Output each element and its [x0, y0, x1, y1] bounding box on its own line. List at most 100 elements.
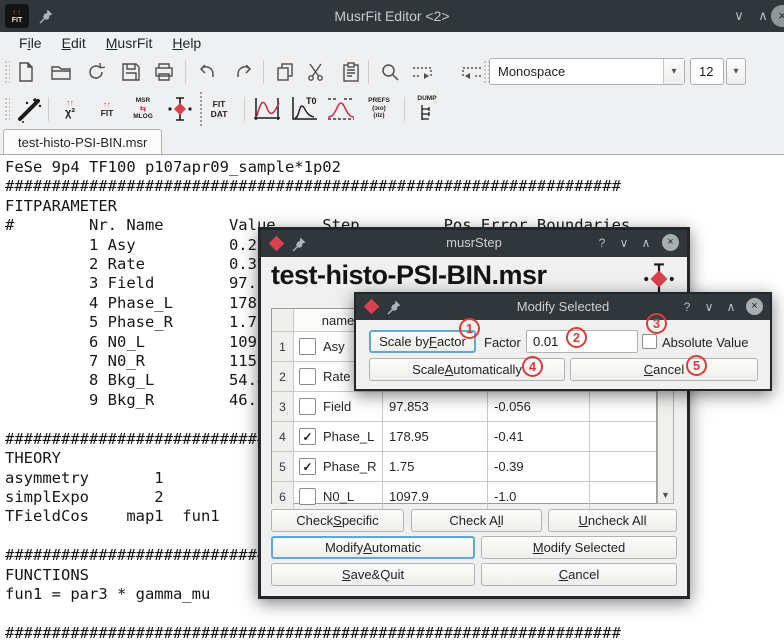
close-button[interactable]: × [746, 298, 763, 315]
check-specific-button[interactable]: Check Specific [271, 509, 404, 532]
font-size-dropdown-button[interactable]: ▾ [726, 58, 746, 85]
menu-help[interactable]: Help [163, 32, 210, 54]
row-checkbox-checked[interactable]: ✓ [299, 458, 316, 475]
save-icon[interactable] [117, 58, 145, 86]
param-value: 1097.9 [389, 489, 429, 504]
main-titlebar: ↑↑FIT MusrFit Editor <2> ∨ ∧ × [0, 0, 784, 32]
musrstep-icon[interactable] [163, 92, 197, 126]
window-title: MusrFit Editor <2> [0, 0, 784, 32]
help-button[interactable]: ? [592, 234, 612, 252]
toolbar-separator [48, 97, 49, 121]
menu-bar: File Edit MusrFit Help [0, 32, 784, 54]
tab-test-histo-psi-bin[interactable]: test-histo-PSI-BIN.msr [3, 129, 162, 155]
musrfit-editor-window: ↑↑FIT MusrFit Editor <2> ∨ ∧ × File Edit… [0, 0, 784, 640]
cancel-button[interactable]: Cancel [481, 563, 677, 586]
musrfit-icon[interactable]: ↑↑ FIT [90, 92, 124, 126]
search-icon[interactable] [376, 58, 404, 86]
param-step: -0.41 [494, 429, 524, 444]
help-button[interactable]: ? [677, 298, 697, 316]
uncheck-all-button[interactable]: Uncheck All [548, 509, 677, 532]
maximize-button[interactable]: ∧ [636, 234, 656, 252]
reload-icon[interactable] [82, 58, 110, 86]
toolbar-separator [368, 60, 369, 84]
check-all-button[interactable]: Check All [411, 509, 542, 532]
font-size-field[interactable]: 12 [690, 58, 724, 85]
toolbar-main: Monospace ▾ 12 ▾ [0, 54, 784, 90]
print-icon[interactable] [150, 58, 178, 86]
save-quit-button[interactable]: Save&Quit [271, 563, 475, 586]
open-folder-icon[interactable] [47, 58, 75, 86]
undo-icon[interactable] [193, 58, 221, 86]
maximize-button[interactable]: ∧ [721, 298, 741, 316]
annotation-circle-1: 1 [459, 318, 480, 339]
toolbar-separator [263, 60, 264, 84]
row-checkbox-checked[interactable]: ✓ [299, 428, 316, 445]
copy-icon[interactable] [271, 58, 299, 86]
param-name: Field [323, 399, 351, 414]
toolbar-musrfit: ↑↑ χ² ↑↑ FIT MSR ⇆ MLOG FIT DAT T0 [0, 90, 784, 129]
calc-chi2-icon[interactable]: ↑↑ χ² [53, 92, 87, 126]
toolbar-separator [185, 60, 186, 84]
table-row[interactable]: 4 ✓Phase_L 178.95 -0.41 [272, 421, 656, 451]
param-step: -1.0 [494, 489, 516, 504]
close-button[interactable]: × [662, 234, 679, 251]
font-family-combobox[interactable]: Monospace ▾ [489, 58, 685, 85]
msr-file-heading: test-histo-PSI-BIN.msr [271, 260, 547, 291]
row-checkbox[interactable] [299, 338, 316, 355]
modify-automatic-button[interactable]: Modify Automatic [271, 536, 475, 559]
svg-text:T0: T0 [306, 96, 317, 106]
toolbar-grip[interactable] [4, 60, 10, 84]
toolbar-grip[interactable] [4, 97, 10, 121]
param-value: 1.75 [389, 459, 414, 474]
minimize-button[interactable]: ∨ [699, 298, 719, 316]
param-name: N0_L [323, 489, 354, 504]
menu-edit[interactable]: Edit [53, 32, 95, 54]
cut-icon[interactable] [302, 58, 330, 86]
absolute-value-checkbox[interactable] [642, 334, 657, 349]
param-value: 178.95 [389, 429, 429, 444]
minimize-button[interactable]: ∨ [728, 6, 750, 26]
musrview-icon[interactable] [250, 92, 284, 126]
table-row[interactable]: 3 Field 97.853 -0.056 [272, 391, 656, 421]
prefs-icon[interactable]: PREFS (ɔıo) (ılz) [362, 92, 396, 126]
toolbar-separator [404, 97, 405, 121]
modify-cancel-button[interactable]: Cancel [570, 358, 758, 381]
msr-mlog-swap-icon[interactable]: MSR ⇆ MLOG [126, 92, 160, 126]
combo-arrow-icon[interactable]: ▾ [663, 59, 684, 84]
fourier-icon[interactable] [324, 92, 358, 126]
param-name: Phase_L [323, 429, 374, 444]
minimize-button[interactable]: ∨ [614, 234, 634, 252]
find-previous-icon[interactable] [458, 58, 486, 86]
table-row[interactable]: 6 N0_L 1097.9 -1.0 [272, 481, 656, 511]
param-name: Phase_R [323, 459, 376, 474]
find-next-icon[interactable] [408, 58, 436, 86]
musrt0-icon[interactable]: T0 [287, 92, 321, 126]
modify-selected-titlebar: Modify Selected ? ∨ ∧ × [356, 294, 770, 320]
font-family-value: Monospace [490, 64, 663, 79]
param-name: Rate [323, 369, 350, 384]
musrstep-titlebar: musrStep ? ∨ ∧ × [261, 230, 687, 257]
paste-icon[interactable] [337, 58, 365, 86]
modify-selected-button[interactable]: Modify Selected [481, 536, 677, 559]
scrollbar-down-icon[interactable]: ▼ [659, 487, 672, 502]
annotation-circle-3: 3 [646, 313, 667, 334]
param-step: -0.056 [494, 399, 531, 414]
param-value: 97.853 [389, 399, 429, 414]
redo-icon[interactable] [230, 58, 258, 86]
table-row[interactable]: 5 ✓Phase_R 1.75 -0.39 [272, 451, 656, 481]
font-size-value: 12 [691, 64, 723, 79]
row-checkbox[interactable] [299, 398, 316, 415]
annotation-circle-5: 5 [686, 355, 707, 376]
tab-bar: test-histo-PSI-BIN.msr [0, 128, 784, 154]
fit-dat-icon[interactable]: FIT DAT [200, 92, 236, 126]
row-checkbox[interactable] [299, 368, 316, 385]
new-document-icon[interactable] [12, 58, 40, 86]
param-name: Asy [323, 339, 345, 354]
factor-label: Factor [484, 335, 521, 350]
menu-file[interactable]: File [10, 32, 51, 54]
menu-musrfit[interactable]: MusrFit [97, 32, 162, 54]
row-checkbox[interactable] [299, 488, 316, 505]
musrwiz-wand-icon[interactable] [12, 92, 46, 126]
musrstep-dialog: musrStep ? ∨ ∧ × test-histo-PSI-BIN.msr … [258, 227, 690, 599]
dump-icon[interactable]: DUMP [410, 92, 444, 126]
